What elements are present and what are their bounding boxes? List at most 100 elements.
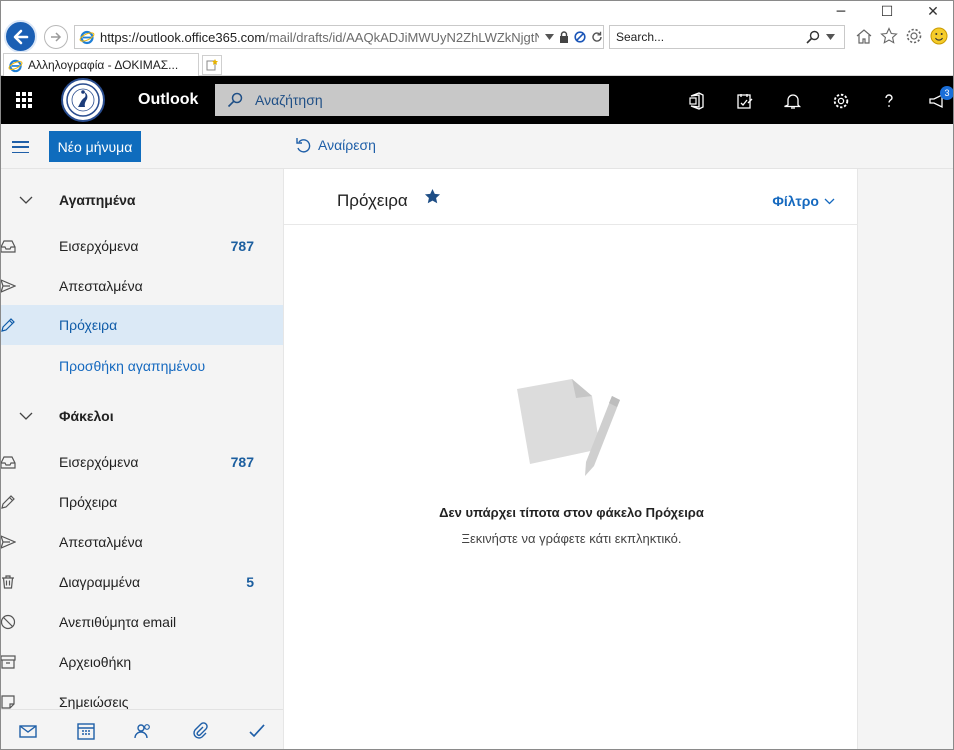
app-launcher-icon[interactable] xyxy=(16,92,32,108)
favorites-title: Αγαπημένα xyxy=(59,192,136,208)
new-tab-icon xyxy=(206,59,218,71)
bell-icon[interactable] xyxy=(782,90,804,112)
reading-pane xyxy=(858,169,954,750)
undo-button[interactable]: Αναίρεση xyxy=(295,137,376,153)
folders-title: Φάκελοι xyxy=(59,408,114,424)
arrow-left-icon xyxy=(13,29,28,44)
address-url[interactable]: https://outlook.office365.com/mail/draft… xyxy=(100,30,539,45)
office-icon[interactable] xyxy=(686,90,708,112)
dropdown-icon[interactable] xyxy=(545,34,554,40)
new-tab-button[interactable] xyxy=(202,55,222,75)
attachment-icon[interactable] xyxy=(190,721,210,741)
minimize-button[interactable]: ─ xyxy=(832,4,850,20)
favorite-label: Απεσταλμένα xyxy=(59,278,143,294)
notification-badge: 3 xyxy=(940,86,954,100)
folder-item-archive[interactable]: Αρχειοθήκη xyxy=(0,642,283,682)
folder-label: Πρόχειρα xyxy=(59,494,118,510)
help-icon[interactable] xyxy=(878,90,900,112)
window-controls: ─ ☐ ✕ xyxy=(832,4,942,20)
folder-item-deleted[interactable]: Διαγραμμένα 5 xyxy=(0,562,283,602)
browser-search-input[interactable] xyxy=(616,30,806,44)
todo-icon[interactable] xyxy=(247,721,267,741)
people-icon[interactable] xyxy=(133,721,153,741)
dropdown-icon[interactable] xyxy=(826,34,835,40)
ie-logo-icon xyxy=(8,59,23,72)
back-button[interactable] xyxy=(4,20,37,53)
arrow-right-icon xyxy=(51,32,62,42)
notes-icon xyxy=(1,695,15,709)
add-favorite-link[interactable]: Προσθήκη αγαπημένου xyxy=(0,346,283,386)
folder-item-drafts[interactable]: Πρόχειρα xyxy=(0,482,283,522)
module-switcher xyxy=(0,709,283,750)
trash-icon xyxy=(2,575,14,589)
message-list: Πρόχειρα Φίλτρο Δεν υπάρχει τίποτα στον … xyxy=(283,169,859,750)
folder-label: Εισερχόμενα xyxy=(59,454,139,470)
chevron-down-icon[interactable] xyxy=(19,193,33,207)
mail-icon[interactable] xyxy=(18,721,38,741)
calendar-icon[interactable] xyxy=(76,721,96,741)
archive-icon xyxy=(0,655,16,669)
mail-search-placeholder[interactable]: Αναζήτηση xyxy=(255,92,323,108)
tab-strip: Αλληλογραφία - ΔΟΚΙΜΑΣ... xyxy=(0,52,954,76)
mail-search[interactable]: Αναζήτηση xyxy=(215,84,609,116)
blocked-icon[interactable] xyxy=(574,31,586,43)
address-bar[interactable]: https://outlook.office365.com/mail/draft… xyxy=(74,25,604,49)
inbox-icon xyxy=(0,240,16,253)
command-bar: Νέο μήνυμα Αναίρεση xyxy=(0,124,954,169)
folder-item-junk[interactable]: Ανεπιθύμητα email xyxy=(0,602,283,642)
refresh-icon[interactable] xyxy=(591,31,603,43)
forward-button[interactable] xyxy=(44,25,68,49)
maximize-button[interactable]: ☐ xyxy=(878,4,896,20)
folders-header[interactable]: Φάκελοι xyxy=(0,396,283,436)
drafts-icon xyxy=(1,495,15,509)
empty-state-subtitle: Ξεκινήστε να γράφετε κάτι εκπληκτικό. xyxy=(461,531,682,546)
outlook-header: Outlook Αναζήτηση 3 xyxy=(0,76,954,124)
add-favorite-label: Προσθήκη αγαπημένου xyxy=(59,358,206,374)
folder-item-sent[interactable]: Απεσταλμένα xyxy=(0,522,283,562)
favorites-star-icon[interactable] xyxy=(880,27,898,45)
drafts-icon xyxy=(1,318,15,332)
home-icon[interactable] xyxy=(855,27,873,45)
browser-search[interactable] xyxy=(609,25,845,49)
browser-toolbar: ─ ☐ ✕ https://outlook.office365.com/mail… xyxy=(0,0,954,53)
close-window-button[interactable]: ✕ xyxy=(924,4,942,20)
message-list-header: Πρόχειρα Φίλτρο xyxy=(284,169,859,225)
favorite-item-sent[interactable]: Απεσταλμένα xyxy=(0,266,283,306)
folder-label: Σημειώσεις xyxy=(59,694,129,710)
unread-count: 5 xyxy=(246,574,254,590)
favorite-item-drafts[interactable]: Πρόχειρα xyxy=(0,305,283,345)
ie-logo-icon xyxy=(79,30,95,45)
favorite-label: Εισερχόμενα xyxy=(59,238,139,254)
lock-icon[interactable] xyxy=(559,31,569,43)
inbox-icon xyxy=(0,456,16,469)
browser-tab[interactable]: Αλληλογραφία - ΔΟΚΙΜΑΣ... xyxy=(3,53,199,76)
favorite-star-icon[interactable] xyxy=(424,188,441,205)
search-icon xyxy=(227,92,243,108)
folder-item-inbox[interactable]: Εισερχόμενα 787 xyxy=(0,442,283,482)
chevron-down-icon[interactable] xyxy=(19,409,33,423)
organization-emblem-icon xyxy=(66,83,100,117)
url-path: /mail/drafts/id/AAQkADJiMWUyN2ZhLWZkNjgt… xyxy=(265,29,539,45)
gear-icon[interactable] xyxy=(905,27,923,45)
favorites-header[interactable]: Αγαπημένα xyxy=(0,180,283,220)
undo-label: Αναίρεση xyxy=(318,137,376,153)
feedback-icon[interactable]: 3 xyxy=(926,86,954,112)
app-name[interactable]: Outlook xyxy=(138,91,198,109)
favorite-item-inbox[interactable]: Εισερχόμενα 787 xyxy=(0,226,283,266)
hamburger-menu-icon[interactable] xyxy=(12,141,29,153)
filter-label: Φίλτρο xyxy=(772,193,819,209)
folder-pane: Αγαπημένα Εισερχόμενα 787 Απεσταλμένα Πρ… xyxy=(0,169,283,750)
gear-icon[interactable] xyxy=(830,90,852,112)
unread-count: 787 xyxy=(230,454,254,470)
organization-logo[interactable] xyxy=(61,78,105,122)
junk-icon xyxy=(0,614,16,630)
unread-count: 787 xyxy=(230,238,254,254)
new-message-button[interactable]: Νέο μήνυμα xyxy=(49,131,141,162)
search-icon[interactable] xyxy=(806,30,820,44)
folder-label: Ανεπιθύμητα email xyxy=(59,614,177,630)
smiley-icon[interactable] xyxy=(930,27,948,45)
undo-icon xyxy=(296,138,311,153)
filter-button[interactable]: Φίλτρο xyxy=(772,193,835,209)
folder-title: Πρόχειρα xyxy=(337,191,408,210)
tasks-icon[interactable] xyxy=(734,90,756,112)
